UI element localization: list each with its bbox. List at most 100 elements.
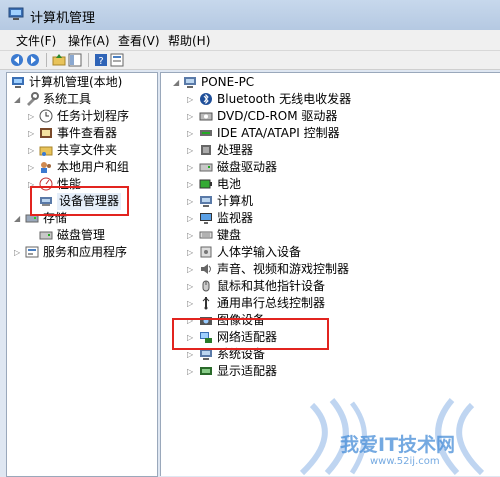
menu-bar: 文件(F) 操作(A) 查看(V) 帮助(H) bbox=[0, 30, 500, 51]
tree-item-system-tools[interactable]: ◢ 系统工具 bbox=[11, 91, 156, 108]
menu-action[interactable]: 操作(A) bbox=[68, 32, 110, 49]
tools-icon bbox=[27, 92, 39, 106]
device-category-label: 显示适配器 bbox=[217, 364, 278, 378]
chevron-right-icon[interactable]: ▷ bbox=[187, 368, 195, 376]
device-category-label: 电池 bbox=[217, 177, 242, 191]
tree-item-task-scheduler[interactable]: ▷ 任务计划程序 bbox=[11, 108, 156, 125]
menu-view[interactable]: 查看(V) bbox=[118, 32, 160, 49]
device-category-label: DVD/CD-ROM 驱动器 bbox=[217, 109, 338, 123]
forward-arrow-icon[interactable] bbox=[26, 53, 40, 67]
chevron-right-icon[interactable]: ▷ bbox=[187, 232, 195, 240]
up-folder-icon[interactable] bbox=[52, 53, 66, 67]
chevron-right-icon[interactable]: ▷ bbox=[187, 215, 195, 223]
watermark-text: 我爱IT技术网 bbox=[340, 434, 456, 456]
tree-item-label: 任务计划程序 bbox=[57, 109, 130, 123]
svg-text:?: ? bbox=[98, 56, 103, 67]
tree-item-label: 事件查看器 bbox=[57, 126, 118, 140]
tree-item-local-users-groups[interactable]: ▷ 本地用户和组 bbox=[11, 159, 156, 176]
chevron-right-icon[interactable]: ▷ bbox=[187, 147, 195, 155]
chevron-down-icon[interactable]: ◢ bbox=[14, 96, 22, 104]
tree-item-services-applications[interactable]: ▷ 服务和应用程序 bbox=[11, 244, 156, 261]
ide-controller-icon bbox=[200, 130, 212, 136]
device-category-dvd-drive[interactable]: ▷ DVD/CD-ROM 驱动器 bbox=[185, 108, 485, 125]
device-category-bluetooth[interactable]: ▷ Bluetooth 无线电收发器 bbox=[185, 91, 485, 108]
chevron-down-icon[interactable]: ◢ bbox=[14, 215, 22, 223]
device-category-label: 鼠标和其他指针设备 bbox=[217, 279, 326, 293]
properties-icon[interactable] bbox=[110, 53, 124, 67]
device-category-hid[interactable]: ▷ 人体学输入设备 bbox=[185, 244, 485, 261]
chevron-right-icon[interactable]: ▷ bbox=[187, 266, 195, 274]
disk-icon bbox=[39, 231, 53, 240]
left-navigation-tree: 计算机管理(本地) ◢ 系统工具 ▷ 任务计划程序 ▷ 事件查看器 ▷ 共享文件… bbox=[6, 72, 158, 477]
device-category-battery[interactable]: ▷ 电池 bbox=[185, 176, 485, 193]
device-category-label: 监视器 bbox=[217, 211, 254, 225]
chevron-right-icon[interactable]: ▷ bbox=[187, 351, 195, 359]
chevron-right-icon[interactable]: ▷ bbox=[187, 300, 195, 308]
menu-file[interactable]: 文件(F) bbox=[16, 32, 56, 49]
computer-icon bbox=[184, 77, 196, 88]
chevron-right-icon[interactable]: ▷ bbox=[28, 130, 36, 138]
shared-folder-icon bbox=[39, 146, 53, 156]
sound-icon bbox=[201, 264, 211, 274]
device-category-display-adapter[interactable]: ▷ 显示适配器 bbox=[185, 363, 485, 380]
window-title: 计算机管理 bbox=[30, 11, 96, 26]
toolbar: ? bbox=[0, 51, 500, 70]
chevron-right-icon[interactable]: ▷ bbox=[28, 147, 36, 155]
chevron-right-icon[interactable]: ▷ bbox=[14, 249, 22, 257]
device-category-monitor[interactable]: ▷ 监视器 bbox=[185, 210, 485, 227]
device-category-computer[interactable]: ▷ 计算机 bbox=[185, 193, 485, 210]
dvd-drive-icon bbox=[199, 112, 213, 121]
show-hide-tree-icon[interactable] bbox=[68, 53, 82, 67]
device-category-keyboard[interactable]: ▷ 键盘 bbox=[185, 227, 485, 244]
event-viewer-icon bbox=[40, 128, 52, 138]
chevron-right-icon[interactable]: ▷ bbox=[187, 130, 195, 138]
usb-icon bbox=[202, 297, 210, 310]
chevron-right-icon[interactable]: ▷ bbox=[187, 198, 195, 206]
chevron-down-icon[interactable]: ◢ bbox=[173, 79, 181, 87]
toolbar-separator bbox=[88, 53, 89, 67]
device-category-label: 人体学输入设备 bbox=[217, 245, 302, 259]
device-category-ide-controller[interactable]: ▷ IDE ATA/ATAPI 控制器 bbox=[185, 125, 485, 142]
tree-item-label: 系统工具 bbox=[43, 92, 92, 106]
device-category-label: IDE ATA/ATAPI 控制器 bbox=[217, 126, 340, 140]
chevron-right-icon[interactable]: ▷ bbox=[187, 113, 195, 121]
device-category-disk-drive[interactable]: ▷ 磁盘驱动器 bbox=[185, 159, 485, 176]
device-category-usb[interactable]: ▷ 通用串行总线控制器 bbox=[185, 295, 485, 312]
device-category-label: 键盘 bbox=[217, 228, 242, 242]
device-category-mouse[interactable]: ▷ 鼠标和其他指针设备 bbox=[185, 278, 485, 295]
chevron-right-icon[interactable]: ▷ bbox=[187, 96, 195, 104]
tree-item-event-viewer[interactable]: ▷ 事件查看器 bbox=[11, 125, 156, 142]
chevron-right-icon[interactable]: ▷ bbox=[187, 283, 195, 291]
device-category-label: 通用串行总线控制器 bbox=[217, 296, 326, 310]
back-arrow-icon[interactable] bbox=[10, 53, 24, 67]
device-category-label: 声音、视频和游戏控制器 bbox=[217, 262, 350, 276]
display-adapter-icon bbox=[200, 367, 212, 375]
tree-item-label: 磁盘管理 bbox=[57, 228, 106, 242]
device-category-sound[interactable]: ▷ 声音、视频和游戏控制器 bbox=[185, 261, 485, 278]
computer-management-icon bbox=[8, 7, 24, 20]
device-tree-root-label: PONE-PC bbox=[201, 75, 255, 89]
chevron-right-icon[interactable]: ▷ bbox=[187, 164, 195, 172]
battery-icon bbox=[199, 179, 212, 189]
tree-item-disk-management[interactable]: 磁盘管理 bbox=[11, 227, 156, 244]
chevron-right-icon[interactable]: ▷ bbox=[28, 113, 36, 121]
menu-help[interactable]: 帮助(H) bbox=[168, 32, 210, 49]
chevron-right-icon[interactable]: ▷ bbox=[187, 181, 195, 189]
mouse-icon bbox=[202, 280, 210, 292]
help-icon[interactable]: ? bbox=[94, 53, 108, 67]
device-category-label: 计算机 bbox=[217, 194, 254, 208]
tree-item-shared-folders[interactable]: ▷ 共享文件夹 bbox=[11, 142, 156, 159]
hid-icon bbox=[200, 246, 212, 258]
bluetooth-icon bbox=[200, 93, 212, 105]
processor-icon bbox=[201, 145, 211, 155]
computer-icon bbox=[200, 196, 212, 207]
device-category-processor[interactable]: ▷ 处理器 bbox=[185, 142, 485, 159]
users-icon bbox=[41, 162, 51, 173]
device-tree-root[interactable]: ◢ PONE-PC bbox=[171, 74, 491, 91]
keyboard-icon bbox=[199, 231, 213, 239]
tree-item-label: 本地用户和组 bbox=[57, 160, 130, 174]
chevron-right-icon[interactable]: ▷ bbox=[28, 164, 36, 172]
chevron-right-icon[interactable]: ▷ bbox=[187, 249, 195, 257]
tree-item-computer-management[interactable]: 计算机管理(本地) bbox=[11, 74, 156, 91]
disk-drive-icon bbox=[199, 163, 213, 172]
